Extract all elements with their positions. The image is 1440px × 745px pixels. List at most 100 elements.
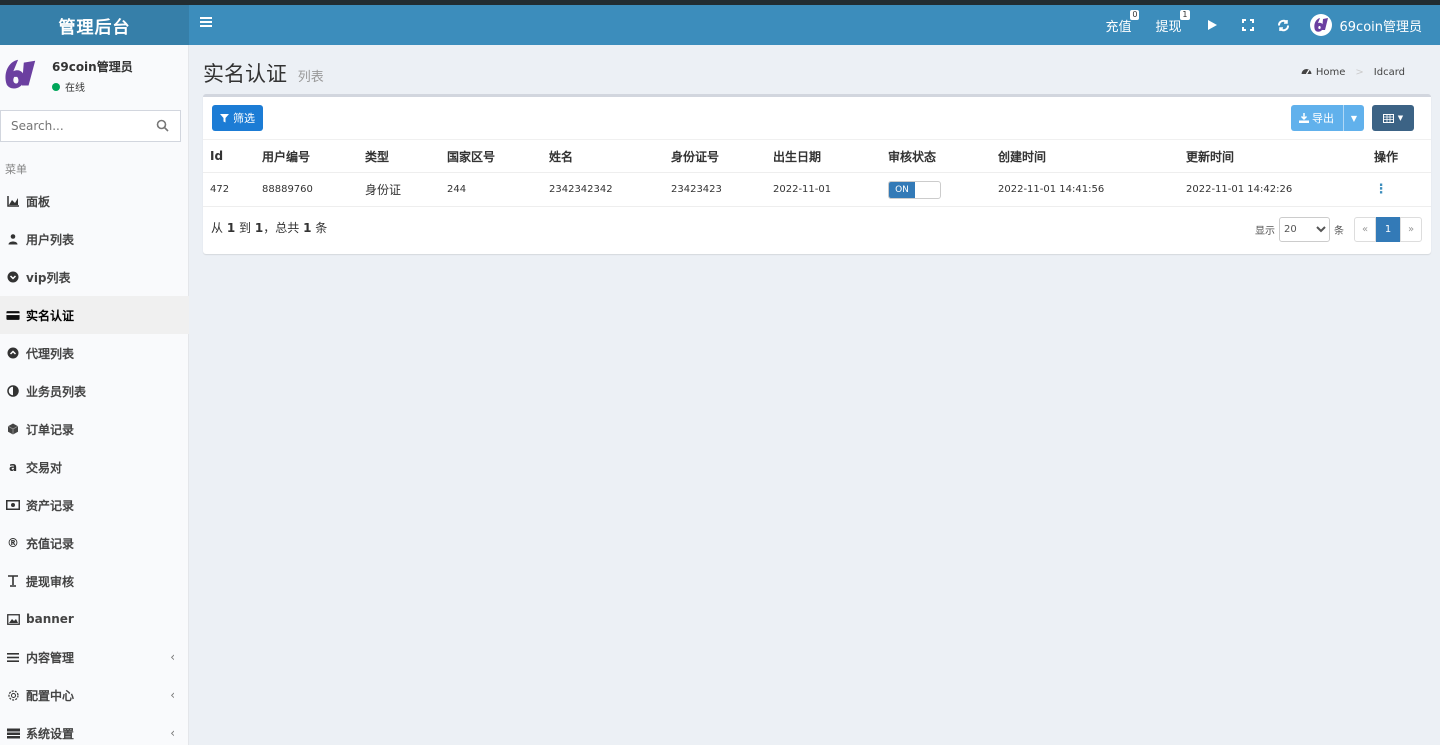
pagination-page-1[interactable]: 1 [1376, 217, 1400, 242]
columns-toggle-button[interactable]: ▼ [1372, 105, 1414, 131]
pagination-to: 1 [254, 221, 264, 235]
sidebar-item-dashboard[interactable]: 面板 [0, 182, 189, 220]
chevron-left-icon: ‹ [170, 650, 175, 664]
page-title-text: 实名认证 [203, 62, 287, 86]
page-size-show-label: 显示 [1255, 226, 1275, 237]
filter-button[interactable]: 筛选 [212, 105, 263, 131]
user-status: 在线 [52, 79, 85, 94]
filter-button-label: 筛选 [233, 112, 255, 125]
fullscreen-icon[interactable] [1230, 5, 1266, 45]
search-input[interactable] [1, 111, 146, 141]
list-icon [6, 650, 20, 664]
sidebar-item-label: banner [26, 612, 74, 626]
cell-id-number: 23423423 [664, 172, 766, 207]
pagination-prev[interactable]: « [1354, 217, 1376, 242]
col-header-country-code[interactable]: 国家区号 [440, 139, 542, 173]
menu-header: 菜单 [5, 163, 27, 176]
col-header-user-no[interactable]: 用户编号 [255, 139, 358, 173]
sidebar-item-label: 业务员列表 [26, 384, 87, 399]
export-button-main[interactable]: 导出 [1291, 105, 1344, 131]
cell-user-no: 88889760 [255, 172, 358, 207]
adjust-icon [6, 384, 20, 398]
sidebar: 69coin管理员 在线 菜单 面板 用户列表 vip列表 实名认证 [0, 45, 189, 745]
sidebar-item-assets[interactable]: 资产记录 [0, 486, 189, 524]
status-toggle[interactable]: ON [888, 180, 941, 199]
sidebar-toggle-icon[interactable] [199, 14, 219, 34]
brand-logo[interactable]: 管理后台 [0, 5, 189, 45]
sidebar-item-label: 系统设置 [26, 726, 75, 741]
sidebar-item-agents[interactable]: 代理列表 [0, 334, 189, 372]
col-header-status[interactable]: 审核状态 [881, 139, 991, 173]
cell-country-code: 244 [440, 172, 542, 207]
table-row: 472 88889760 身份证 244 2342342342 23423423… [203, 172, 1431, 207]
sidebar-item-config[interactable]: 配置中心 ‹ [0, 676, 189, 714]
pagination-to-label: 到 [239, 221, 252, 235]
credit-card-icon [6, 308, 20, 322]
sidebar-item-salesmen[interactable]: 业务员列表 [0, 372, 189, 410]
chevron-circle-down-icon [6, 270, 20, 284]
user-panel: 69coin管理员 在线 [0, 45, 188, 103]
sidebar-item-withdraw-review[interactable]: 提现审核 [0, 562, 189, 600]
pagination-next[interactable]: » [1400, 217, 1422, 242]
amazon-icon: a [8, 460, 18, 474]
cell-type: 身份证 [358, 172, 440, 207]
idcard-table: Id 用户编号 类型 国家区号 姓名 身份证号 出生日期 审核状态 创建时间 更… [203, 139, 1431, 207]
withdraw-nav-link[interactable]: 提现 1 [1143, 5, 1193, 45]
arrow-circle-up-icon [6, 346, 20, 360]
col-header-created[interactable]: 创建时间 [991, 139, 1179, 173]
sidebar-item-label: 面板 [26, 194, 51, 209]
sidebar-item-system[interactable]: 系统设置 ‹ [0, 714, 189, 745]
sidebar-menu: 面板 用户列表 vip列表 实名认证 代理列表 业务员列表 订单记录 a 交易对 [0, 182, 189, 745]
user-name: 69coin管理员 [52, 60, 133, 74]
sidebar-item-label: vip列表 [26, 270, 71, 285]
pagination-from: 1 [226, 221, 236, 235]
export-caret-icon[interactable]: ▼ [1344, 114, 1364, 123]
recharge-nav-link[interactable]: 充值 0 [1093, 5, 1143, 45]
export-button-label: 导出 [1312, 112, 1334, 125]
user-menu[interactable]: 69coin管理员 [1302, 5, 1440, 45]
col-header-birth-date[interactable]: 出生日期 [766, 139, 881, 173]
cell-created: 2022-11-01 14:41:56 [991, 172, 1179, 207]
sidebar-item-content[interactable]: 内容管理 ‹ [0, 638, 189, 676]
cube-icon [6, 422, 20, 436]
online-dot-icon [52, 82, 60, 91]
page-title: 实名认证 列表 [203, 58, 324, 88]
withdraw-badge: 1 [1180, 10, 1190, 20]
col-header-id-number[interactable]: 身份证号 [664, 139, 766, 173]
sidebar-item-recharges[interactable]: ® 充值记录 [0, 524, 189, 562]
more-actions-icon[interactable]: ⋮ [1374, 182, 1388, 197]
search-icon[interactable] [156, 119, 170, 133]
sidebar-item-vip[interactable]: vip列表 [0, 258, 189, 296]
pagination: « 1 » [1354, 217, 1422, 242]
pagination-info: 从 1 到 1，总共 1 条 [211, 219, 327, 236]
sidebar-item-pairs[interactable]: a 交易对 [0, 448, 189, 486]
users-icon [6, 232, 20, 246]
user-avatar [0, 55, 40, 95]
sidebar-item-label: 用户列表 [26, 232, 75, 247]
dashboard-icon [1301, 66, 1312, 79]
col-header-name[interactable]: 姓名 [542, 139, 664, 173]
user-status-text: 在线 [65, 83, 85, 94]
pagination-total-prefix: ，总共 [263, 221, 300, 235]
page-size-control: 显示 20 条 [1255, 217, 1344, 242]
sidebar-item-banner[interactable]: banner [0, 600, 189, 638]
table-header-row: Id 用户编号 类型 国家区号 姓名 身份证号 出生日期 审核状态 创建时间 更… [203, 139, 1431, 173]
cell-id: 472 [203, 172, 255, 207]
sidebar-item-label: 资产记录 [26, 498, 75, 513]
pagination-total-suffix: 条 [315, 221, 328, 235]
col-header-type[interactable]: 类型 [358, 139, 440, 173]
sidebar-item-orders[interactable]: 订单记录 [0, 410, 189, 448]
sidebar-item-idcard[interactable]: 实名认证 [0, 296, 189, 334]
sidebar-item-label: 订单记录 [26, 422, 75, 437]
export-button[interactable]: 导出 ▼ [1291, 105, 1364, 131]
play-icon[interactable] [1194, 5, 1230, 45]
page-size-select[interactable]: 20 [1279, 217, 1330, 242]
breadcrumb: Home > Idcard [1301, 66, 1405, 79]
refresh-icon[interactable] [1266, 5, 1302, 45]
text-cursor-icon [6, 574, 20, 588]
breadcrumb-home[interactable]: Home [1316, 67, 1346, 78]
sidebar-item-label: 提现审核 [26, 574, 75, 589]
sidebar-item-users[interactable]: 用户列表 [0, 220, 189, 258]
col-header-id[interactable]: Id [203, 139, 255, 173]
col-header-updated[interactable]: 更新时间 [1179, 139, 1367, 173]
